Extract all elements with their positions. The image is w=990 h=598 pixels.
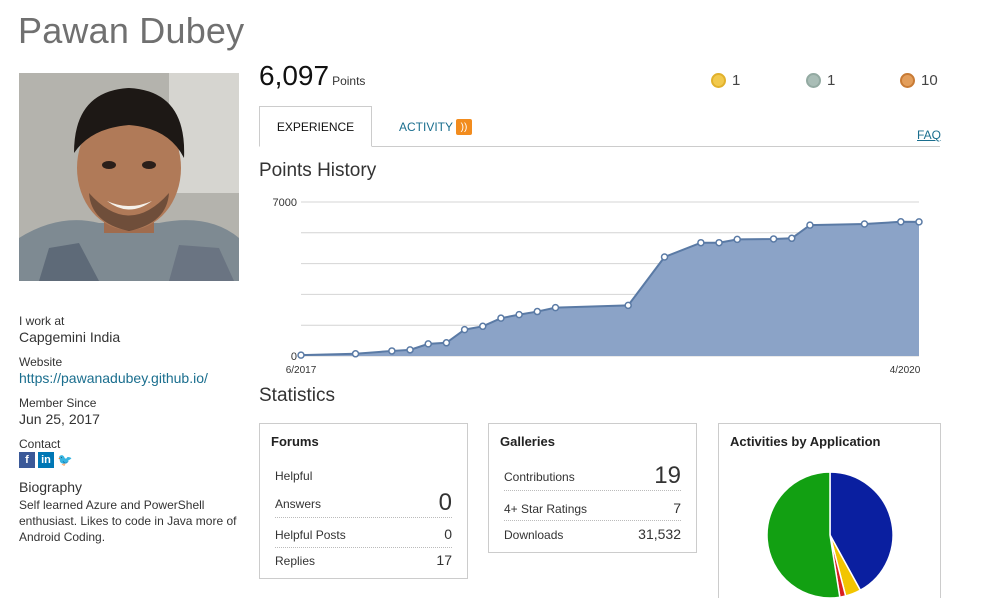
forums-card: Forums Helpful Answers 0 Helpful Posts 0…: [259, 423, 468, 579]
gold-medal: 1: [711, 72, 740, 89]
twitter-icon[interactable]: 🐦: [57, 452, 73, 468]
forums-helpful-posts-value: 0: [444, 526, 452, 542]
chart-point[interactable]: [442, 339, 451, 347]
points-unit: Points: [332, 74, 366, 88]
chart-point[interactable]: [351, 350, 360, 358]
divider: [504, 490, 681, 491]
work-value: Capgemini India: [19, 329, 121, 345]
activities-title: Activities by Application: [730, 434, 881, 449]
galleries-downloads-value: 31,532: [638, 526, 681, 542]
forums-answers-value: 0: [438, 489, 452, 516]
chart-point[interactable]: [551, 303, 560, 312]
galleries-ratings-label: 4+ Star Ratings: [504, 502, 588, 516]
chart-point[interactable]: [406, 346, 414, 354]
galleries-downloads-label: Downloads: [504, 528, 564, 542]
tab-experience[interactable]: EXPERIENCE: [259, 106, 372, 147]
chart-point[interactable]: [788, 234, 796, 243]
galleries-contributions-value: 19: [654, 462, 681, 489]
tab-activity-label: ACTIVITY: [399, 120, 454, 134]
chart-point[interactable]: [533, 307, 542, 316]
forums-helpful-posts-label: Helpful Posts: [275, 528, 346, 542]
chart-point[interactable]: [660, 253, 669, 261]
rss-icon[interactable]: )): [456, 119, 473, 135]
points-total: 6,097 Points: [259, 60, 365, 92]
gold-medal-icon: [711, 73, 726, 88]
activities-pie-chart: [766, 471, 894, 598]
bronze-medal-count: 10: [921, 72, 938, 89]
divider: [504, 520, 681, 521]
divider: [275, 517, 452, 518]
chart-x-tick-label: 4/2020: [890, 365, 921, 376]
silver-medal-count: 1: [827, 72, 836, 89]
galleries-card: Galleries Contributions 19 4+ Star Ratin…: [488, 423, 697, 553]
galleries-contributions-label: Contributions: [504, 470, 575, 484]
forums-title: Forums: [271, 434, 319, 449]
forums-replies-value: 17: [436, 552, 452, 568]
points-history-chart: 7000 0 6/2017 4/2020: [273, 197, 923, 376]
chart-point[interactable]: [897, 218, 905, 226]
member-since-label: Member Since: [19, 396, 97, 410]
chart-point[interactable]: [479, 322, 487, 331]
chart-point[interactable]: [915, 218, 923, 226]
galleries-ratings-value: 7: [673, 500, 681, 516]
chart-point[interactable]: [424, 340, 432, 348]
divider: [275, 547, 452, 548]
member-since-value: Jun 25, 2017: [19, 411, 100, 427]
chart-point[interactable]: [388, 347, 396, 355]
facebook-icon[interactable]: f: [19, 452, 35, 468]
chart-point[interactable]: [460, 325, 469, 334]
chart-y-tick-label: 0: [291, 351, 297, 363]
bronze-medal-icon: [900, 73, 915, 88]
linkedin-icon[interactable]: in: [38, 452, 54, 468]
biography-text: Self learned Azure and PowerShell enthus…: [19, 498, 237, 544]
chart-point[interactable]: [769, 235, 778, 243]
contact-label: Contact: [19, 437, 61, 451]
chart-area: [301, 221, 919, 356]
profile-photo: [19, 73, 239, 281]
gold-medal-count: 1: [732, 72, 741, 89]
faq-link[interactable]: FAQ: [917, 128, 941, 142]
points-history-heading: Points History: [259, 160, 377, 181]
tab-activity[interactable]: ACTIVITY )): [399, 119, 473, 135]
forums-helpful-label: Helpful: [275, 469, 313, 483]
bronze-medal: 10: [900, 72, 938, 89]
work-label: I work at: [19, 314, 65, 328]
forums-answers-label: Answers: [275, 497, 322, 511]
pie-slice[interactable]: [766, 471, 841, 598]
forums-replies-label: Replies: [275, 554, 316, 568]
chart-point[interactable]: [297, 351, 305, 359]
silver-medal-icon: [806, 73, 821, 88]
chart-point[interactable]: [806, 221, 814, 229]
chart-point[interactable]: [860, 220, 869, 228]
chart-x-tick-label: 6/2017: [286, 365, 317, 376]
chart-point[interactable]: [697, 238, 705, 247]
chart-point[interactable]: [715, 238, 723, 247]
statistics-heading: Statistics: [259, 385, 336, 406]
social-links: f in 🐦: [19, 452, 73, 468]
chart-point[interactable]: [733, 235, 741, 244]
website-label: Website: [19, 355, 63, 369]
chart-y-tick-label: 7000: [273, 197, 297, 209]
website-link[interactable]: https://pawanadubey.github.io/: [19, 370, 208, 386]
profile-name: Pawan Dubey: [18, 10, 245, 51]
silver-medal: 1: [806, 72, 835, 89]
galleries-title: Galleries: [500, 434, 555, 449]
biography-label: Biography: [19, 479, 83, 495]
points-value: 6,097: [259, 60, 330, 91]
chart-point[interactable]: [624, 301, 632, 310]
chart-point[interactable]: [497, 314, 505, 322]
chart-point[interactable]: [515, 310, 523, 319]
